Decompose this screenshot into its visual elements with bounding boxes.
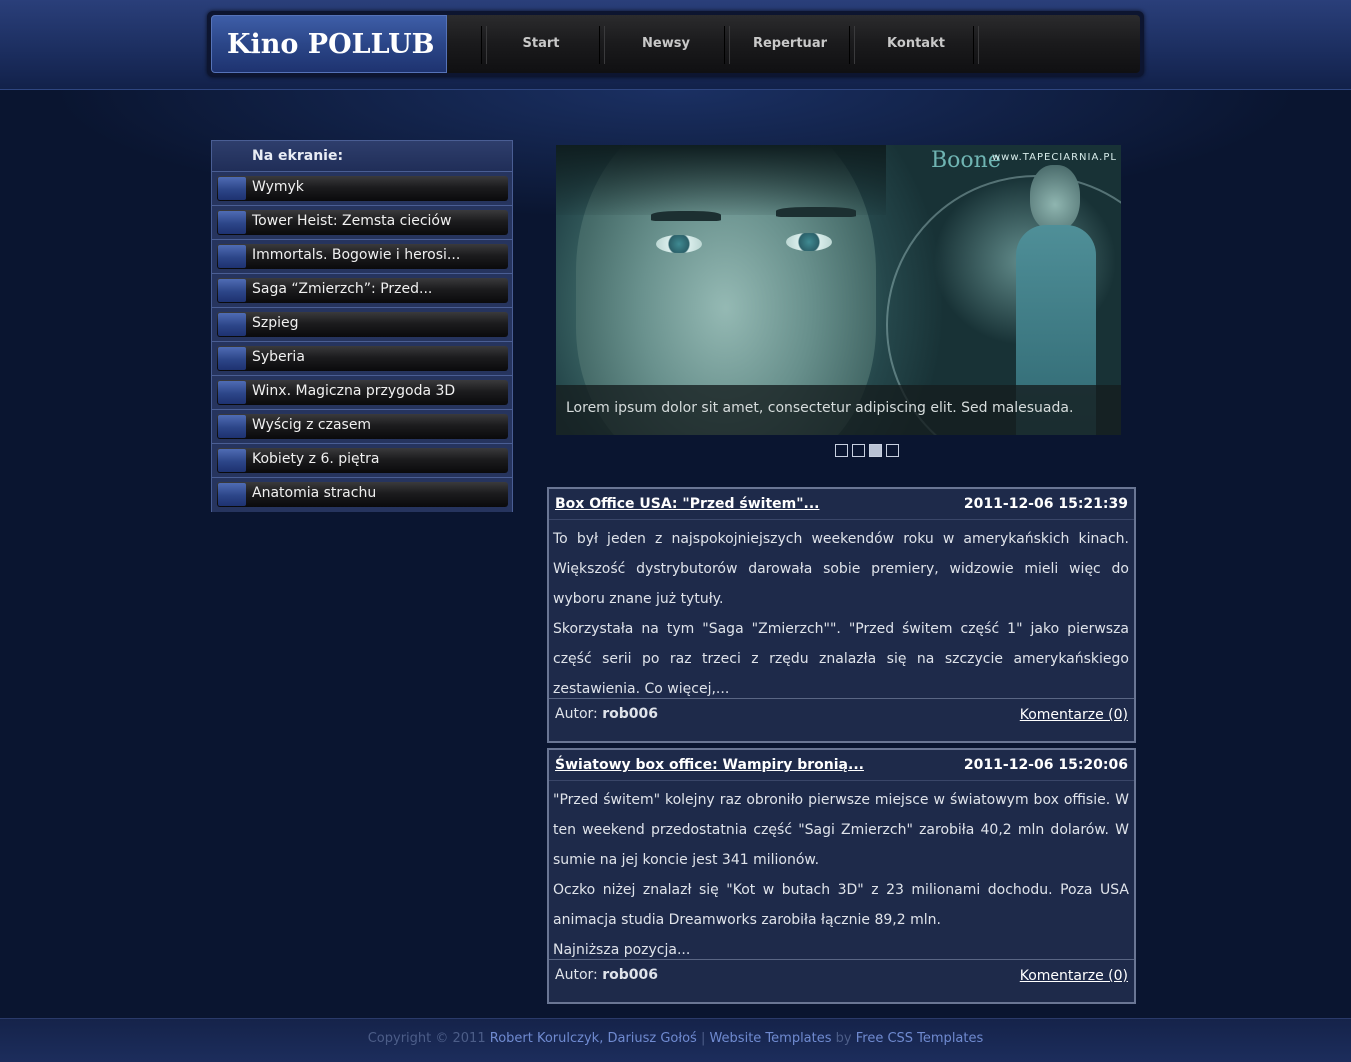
- sidebar-item-movie[interactable]: Saga “Zmierzch”: Przed...: [212, 274, 512, 308]
- comments-link[interactable]: Komentarze (0): [1020, 707, 1128, 723]
- bullet-square-icon: [218, 279, 246, 302]
- sidebar-item-movie[interactable]: Szpieg: [212, 308, 512, 342]
- sidebar-item-movie[interactable]: Syberia: [212, 342, 512, 376]
- nav-item-start[interactable]: Start: [486, 36, 596, 51]
- movie-title[interactable]: Winx. Magiczna przygoda 3D: [252, 383, 455, 399]
- sidebar-item-movie[interactable]: Kobiety z 6. piętra: [212, 444, 512, 478]
- banner-eye: [786, 233, 832, 251]
- article-date: 2011-12-06 15:20:06: [963, 757, 1128, 773]
- bullet-square-icon: [218, 313, 246, 336]
- bullet-square-icon: [218, 449, 246, 472]
- article-title-link[interactable]: Box Office USA: "Przed świtem"...: [555, 496, 819, 512]
- movie-title[interactable]: Wyścig z czasem: [252, 417, 371, 433]
- bullet-square-icon: [218, 483, 246, 506]
- bullet-square-icon: [218, 347, 246, 370]
- copyright-text: Copyright © 2011: [367, 1031, 490, 1046]
- article-title-link[interactable]: Światowy box office: Wampiry bronią...: [555, 757, 864, 773]
- author-name: rob006: [602, 967, 658, 983]
- nav-separator: [724, 26, 730, 64]
- banner-brand-text: Boone: [931, 148, 1001, 173]
- banner-hair-shade: [556, 145, 886, 215]
- page-footer: Copyright © 2011 Robert Korulczyk, Dariu…: [0, 1018, 1351, 1062]
- banner-eye: [656, 235, 702, 253]
- article-paragraph: "Przed świtem" kolejny raz obroniło pier…: [553, 792, 1129, 868]
- movie-title[interactable]: Anatomia strachu: [252, 485, 376, 501]
- banner-brow: [776, 207, 856, 217]
- sidebar-item-movie[interactable]: Winx. Magiczna przygoda 3D: [212, 376, 512, 410]
- comments-link[interactable]: Komentarze (0): [1020, 968, 1128, 984]
- site-logo[interactable]: Kino POLLUB: [211, 15, 447, 73]
- bullet-square-icon: [218, 381, 246, 404]
- nav-item-newsy[interactable]: Newsy: [611, 36, 721, 51]
- movie-title[interactable]: Kobiety z 6. piętra: [252, 451, 379, 467]
- slider-dot[interactable]: [886, 444, 899, 457]
- free-css-templates-link[interactable]: Free CSS Templates: [856, 1031, 984, 1046]
- footer-separator: |: [696, 1031, 710, 1046]
- slider-pagination: [835, 444, 903, 457]
- news-article: Światowy box office: Wampiry bronią... 2…: [547, 748, 1136, 1004]
- nav-separator: [849, 26, 855, 64]
- movie-title[interactable]: Tower Heist: Zemsta cieciów: [252, 213, 451, 229]
- movie-title[interactable]: Szpieg: [252, 315, 299, 331]
- nav-item-repertuar[interactable]: Repertuar: [735, 36, 845, 51]
- movie-title[interactable]: Immortals. Bogowie i herosi...: [252, 247, 460, 263]
- article-author: Autor: rob006: [555, 706, 658, 722]
- banner-watermark: www.TAPECIARNIA.PL: [992, 152, 1117, 163]
- slider-caption: Lorem ipsum dolor sit amet, consectetur …: [556, 385, 1121, 435]
- article-date: 2011-12-06 15:21:39: [963, 496, 1128, 512]
- article-paragraph: To był jeden z najspokojniejszych weeken…: [553, 531, 1129, 607]
- article-paragraph: Skorzystała na tym "Saga "Zmierzch"". "P…: [553, 621, 1129, 697]
- authors-link[interactable]: Robert Korulczyk, Dariusz Gołoś: [490, 1031, 697, 1046]
- slider-dot-active[interactable]: [869, 444, 882, 457]
- banner-brow: [651, 211, 721, 221]
- featured-slider[interactable]: Boone www.TAPECIARNIA.PL Lorem ipsum dol…: [556, 145, 1121, 435]
- bullet-square-icon: [218, 245, 246, 268]
- sidebar-title: Na ekranie:: [212, 141, 512, 172]
- sidebar-item-movie[interactable]: Anatomia strachu: [212, 478, 512, 512]
- nav-separator: [973, 26, 979, 64]
- footer-by-text: by: [831, 1031, 856, 1046]
- slider-dot[interactable]: [852, 444, 865, 457]
- movie-title[interactable]: Syberia: [252, 349, 305, 365]
- bullet-square-icon: [218, 211, 246, 234]
- now-showing-sidebar: Na ekranie: Wymyk Tower Heist: Zemsta ci…: [211, 140, 513, 512]
- movie-title[interactable]: Wymyk: [252, 179, 304, 195]
- nav-separator: [599, 26, 605, 64]
- article-paragraph: Oczko niżej znalazł się "Kot w butach 3D…: [553, 882, 1129, 928]
- sidebar-item-movie[interactable]: Tower Heist: Zemsta cieciów: [212, 206, 512, 240]
- author-name: rob006: [602, 706, 658, 722]
- slider-dot[interactable]: [835, 444, 848, 457]
- movie-title[interactable]: Saga “Zmierzch”: Przed...: [252, 281, 432, 297]
- sidebar-item-movie[interactable]: Wymyk: [212, 172, 512, 206]
- bullet-square-icon: [218, 415, 246, 438]
- bullet-square-icon: [218, 177, 246, 200]
- sidebar-item-movie[interactable]: Immortals. Bogowie i herosi...: [212, 240, 512, 274]
- nav-item-kontakt[interactable]: Kontakt: [861, 36, 971, 51]
- news-article: Box Office USA: "Przed świtem"... 2011-1…: [547, 487, 1136, 743]
- website-templates-link[interactable]: Website Templates: [709, 1031, 831, 1046]
- sidebar-item-movie[interactable]: Wyścig z czasem: [212, 410, 512, 444]
- article-author: Autor: rob006: [555, 967, 658, 983]
